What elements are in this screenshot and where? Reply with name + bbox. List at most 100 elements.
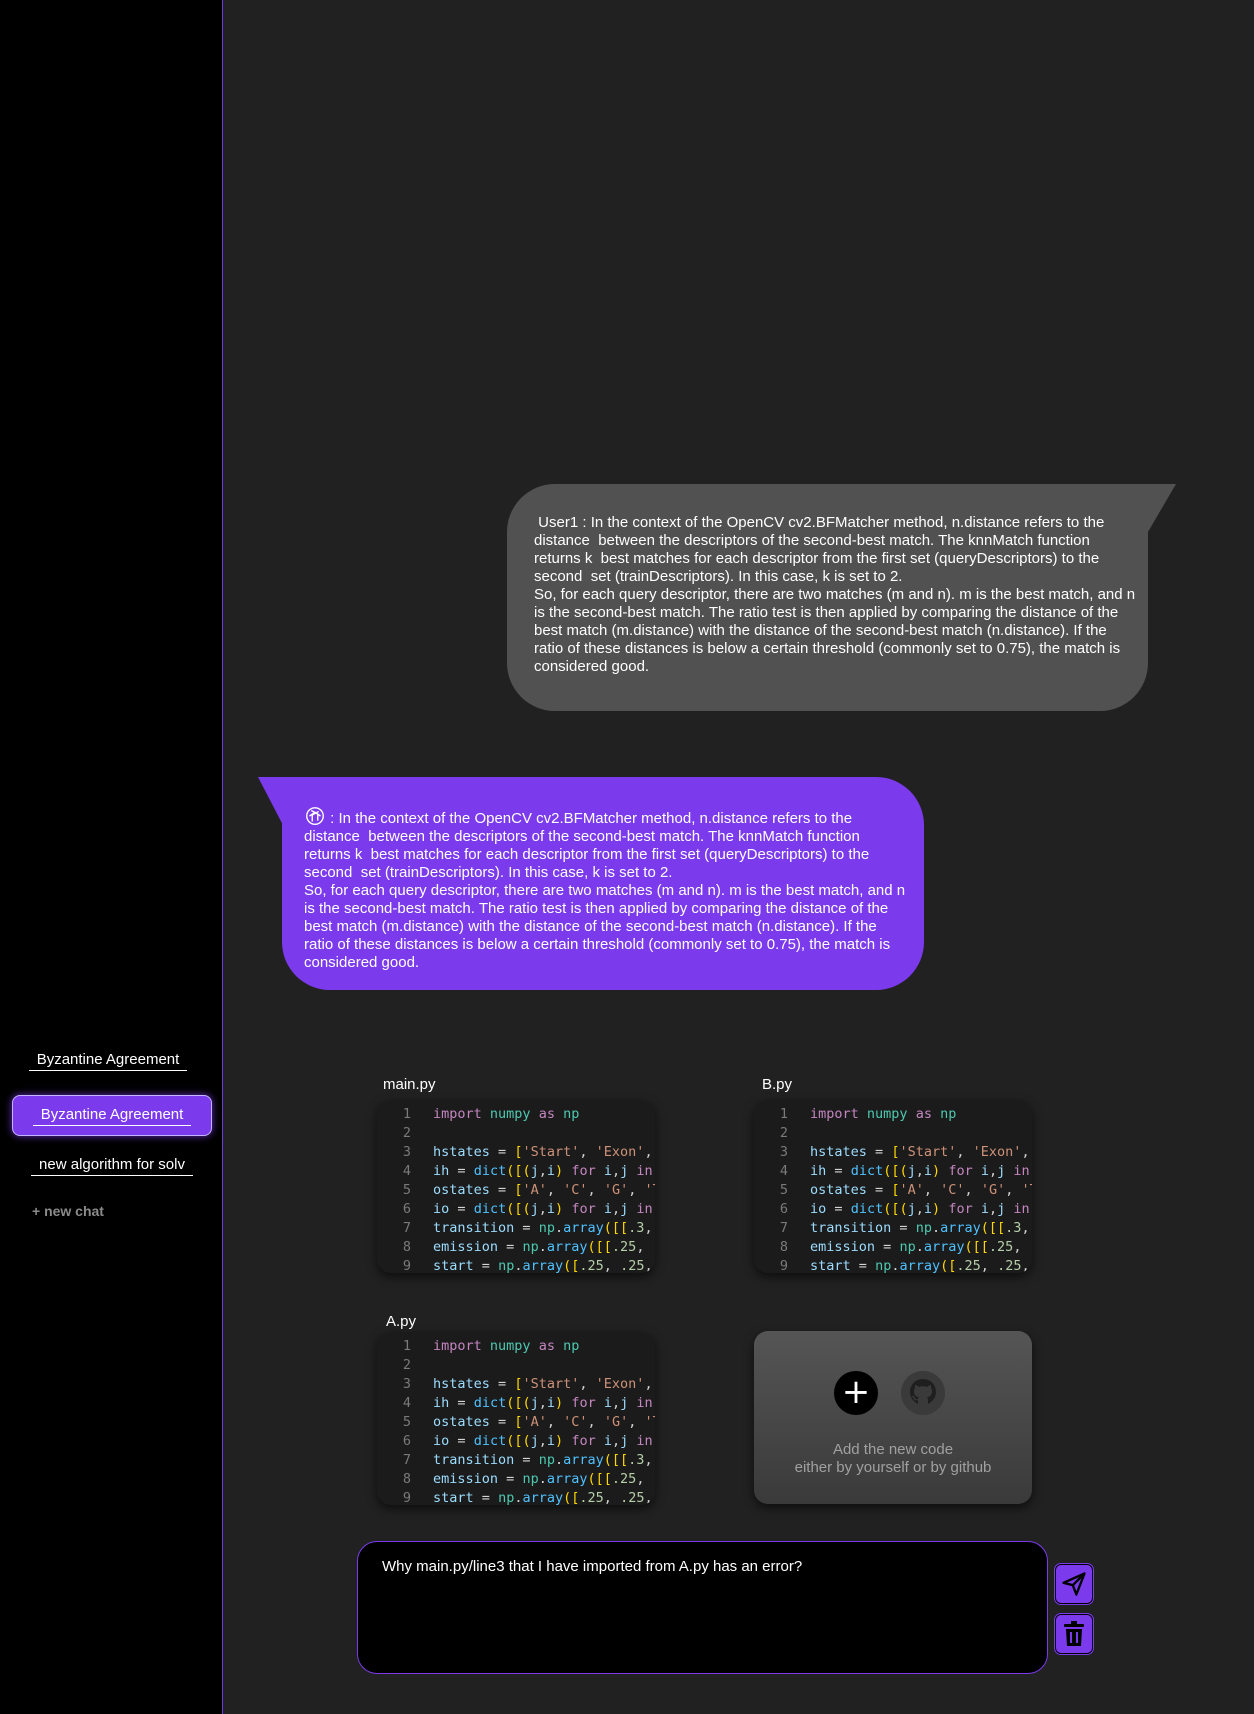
add-code-hint-line1: Add the new code <box>832 1441 954 1458</box>
user-label: User1 : <box>534 514 591 531</box>
line-number: 7 <box>402 1452 411 1468</box>
code-line: 7 transition = np.array([[.3, . <box>377 1219 655 1238</box>
line-number: 4 <box>779 1163 788 1179</box>
line-number: 9 <box>779 1258 788 1273</box>
line-number: 3 <box>402 1376 411 1392</box>
code-text: import numpy as np <box>433 1338 580 1354</box>
line-number: 1 <box>779 1106 788 1122</box>
line-number: 4 <box>402 1163 411 1179</box>
code-line: 3 hstates = ['Start', 'Exon', 'T <box>377 1375 655 1394</box>
line-number: 5 <box>402 1414 411 1430</box>
line-number: 3 <box>402 1144 411 1160</box>
line-number: 1 <box>402 1106 411 1122</box>
code-text: start = np.array([.25, .25, . <box>810 1258 1030 1273</box>
code-text: hstates = ['Start', 'Exon', 'T <box>433 1376 653 1392</box>
code-text: ostates = ['A', 'C', 'G', 'T'] <box>433 1182 655 1198</box>
user-message-text: User1 : In the context of the OpenCV cv2… <box>534 514 1140 586</box>
line-number: 1 <box>402 1338 411 1354</box>
github-icon[interactable] <box>901 1371 945 1415</box>
sidebar-chat-label: Byzantine Agreement <box>32 1106 192 1126</box>
code-line: 8 emission = np.array([[.25, .2 <box>754 1238 1032 1257</box>
line-number: 8 <box>779 1239 788 1255</box>
sidebar-chat-byzantine-1[interactable]: Byzantine Agreement <box>20 1048 196 1074</box>
code-line: 9 start = np.array([.25, .25, . <box>377 1257 655 1273</box>
code-line: 3 hstates = ['Start', 'Exon', 'T <box>377 1143 655 1162</box>
code-line: 1 import numpy as np <box>377 1337 655 1356</box>
code-line: 6 io = dict([(j,i) for i,j in e <box>377 1432 655 1451</box>
code-line: 2 <box>754 1124 1032 1143</box>
line-number: 8 <box>402 1239 411 1255</box>
code-text: io = dict([(j,i) for i,j in e <box>433 1433 653 1449</box>
sidebar: Byzantine Agreement Byzantine Agreement … <box>0 0 223 1714</box>
file-title-main: main.py <box>383 1076 436 1093</box>
code-line: 7 transition = np.array([[.3, . <box>377 1451 655 1470</box>
user-message-paragraph-2: So, for each query descriptor, there are… <box>534 586 1140 675</box>
line-number: 7 <box>402 1220 411 1236</box>
code-line: 5 ostates = ['A', 'C', 'G', 'T'] <box>377 1413 655 1432</box>
openai-logo-icon <box>304 805 326 827</box>
code-line: 1 import numpy as np <box>754 1105 1032 1124</box>
line-number: 9 <box>402 1258 411 1273</box>
assistant-message-bubble: : In the context of the OpenCV cv2.BFMat… <box>282 777 924 990</box>
line-number: 6 <box>779 1201 788 1217</box>
code-line: 9 start = np.array([.25, .25, . <box>754 1257 1032 1273</box>
code-text: ih = dict([(j,i) for i,j in e <box>433 1163 653 1179</box>
code-line: 3 hstates = ['Start', 'Exon', 'T <box>754 1143 1032 1162</box>
message-input[interactable]: Why main.py/line3 that I have imported f… <box>357 1541 1048 1674</box>
code-line: 4 ih = dict([(j,i) for i,j in e <box>377 1394 655 1413</box>
code-line: 2 <box>377 1124 655 1143</box>
code-text: ostates = ['A', 'C', 'G', 'T'] <box>433 1414 655 1430</box>
line-number: 5 <box>779 1182 788 1198</box>
user-message-paragraph-1: In the context of the OpenCV cv2.BFMatch… <box>534 514 1109 585</box>
code-line: 9 start = np.array([.25, .25, . <box>377 1489 655 1505</box>
code-line: 8 emission = np.array([[.25, .2 <box>377 1238 655 1257</box>
code-text: ih = dict([(j,i) for i,j in e <box>810 1163 1030 1179</box>
trash-icon <box>1064 1621 1084 1646</box>
code-line: 1 import numpy as np <box>377 1105 655 1124</box>
file-title-a: A.py <box>386 1313 417 1330</box>
code-text: io = dict([(j,i) for i,j in e <box>433 1201 653 1217</box>
code-text: start = np.array([.25, .25, . <box>433 1490 653 1505</box>
code-text: transition = np.array([[.3, . <box>433 1220 653 1236</box>
code-card-b[interactable]: 1 import numpy as np 2 3 hstates = ['Start',… <box>754 1100 1032 1273</box>
line-number: 6 <box>402 1201 411 1217</box>
line-number: 8 <box>402 1471 411 1487</box>
send-button[interactable] <box>1055 1564 1093 1604</box>
plus-icon[interactable]: + <box>834 1371 878 1415</box>
code-line: 6 io = dict([(j,i) for i,j in e <box>377 1200 655 1219</box>
assistant-message-paragraph-2: So, for each query descriptor, there are… <box>304 882 910 971</box>
code-line: 8 emission = np.array([[.25, .2 <box>377 1470 655 1489</box>
line-number: 2 <box>779 1125 788 1141</box>
code-line: 7 transition = np.array([[.3, . <box>754 1219 1032 1238</box>
sidebar-chat-label: Byzantine Agreement <box>28 1051 188 1071</box>
line-number: 7 <box>779 1220 788 1236</box>
code-text: start = np.array([.25, .25, . <box>433 1258 653 1273</box>
code-line: 5 ostates = ['A', 'C', 'G', 'T'] <box>377 1181 655 1200</box>
code-text: import numpy as np <box>433 1106 580 1122</box>
code-card-a[interactable]: 1 import numpy as np 2 3 hstates = ['Start',… <box>377 1332 655 1505</box>
new-chat-button[interactable]: + new chat <box>32 1203 104 1219</box>
sidebar-chat-label: new algorithm for solv <box>31 1156 193 1176</box>
file-title-b: B.py <box>762 1076 793 1093</box>
send-icon <box>1062 1572 1086 1596</box>
sidebar-chat-new-algorithm[interactable]: new algorithm for solv <box>24 1153 200 1179</box>
assistant-message-paragraph-1: In the context of the OpenCV cv2.BFMatch… <box>304 810 874 881</box>
line-number: 9 <box>402 1490 411 1505</box>
code-line: 4 ih = dict([(j,i) for i,j in e <box>377 1162 655 1181</box>
code-text: io = dict([(j,i) for i,j in e <box>810 1201 1030 1217</box>
sidebar-chat-byzantine-2[interactable]: Byzantine Agreement <box>12 1095 212 1136</box>
line-number: 6 <box>402 1433 411 1449</box>
assistant-message-text: : In the context of the OpenCV cv2.BFMat… <box>304 805 910 882</box>
line-number: 2 <box>402 1125 411 1141</box>
code-text: hstates = ['Start', 'Exon', 'T <box>433 1144 653 1160</box>
code-line: 5 ostates = ['A', 'C', 'G', 'T'] <box>754 1181 1032 1200</box>
code-card-main[interactable]: 1 import numpy as np 2 3 hstates = ['Start',… <box>377 1100 655 1273</box>
message-input-text: Why main.py/line3 that I have imported f… <box>382 1558 803 1575</box>
code-text: emission = np.array([[.25, .2 <box>810 1239 1032 1255</box>
delete-button[interactable] <box>1055 1614 1093 1654</box>
line-number: 2 <box>402 1357 411 1373</box>
code-text: emission = np.array([[.25, .2 <box>433 1239 655 1255</box>
code-text: emission = np.array([[.25, .2 <box>433 1471 655 1487</box>
code-text: hstates = ['Start', 'Exon', 'T <box>810 1144 1030 1160</box>
user-message-bubble: User1 : In the context of the OpenCV cv2… <box>507 484 1148 711</box>
